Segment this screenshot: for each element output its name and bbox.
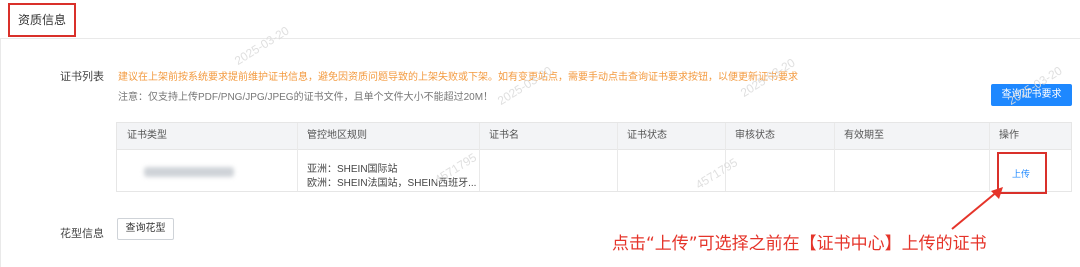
watermark: 2025-03-20 [232, 23, 292, 68]
annotation-text: 点击“上传”可选择之前在【证书中心】上传的证书 [612, 234, 987, 254]
column-divider [989, 123, 990, 191]
certificate-note: 注意：仅支持上传PDF/PNG/JPG/JPEG的证书文件，且单个文件大小不能超… [118, 92, 494, 103]
tab-bottom-border [0, 38, 1080, 39]
certificate-tip: 建议在上架前按系统要求提前维护证书信息，避免因资质问题导致的上架失败或下架。如有… [118, 72, 798, 83]
column-divider [297, 123, 298, 191]
section-title: 资质信息 [8, 3, 76, 37]
card-left-border [0, 38, 1, 267]
table-header: 证书类型 管控地区规则 证书名 证书状态 审核状态 有效期至 操作 [117, 123, 1071, 150]
pattern-info-label: 花型信息 [60, 228, 104, 240]
column-divider [834, 123, 835, 191]
column-divider [479, 123, 480, 191]
upload-link[interactable]: 上传 [1012, 167, 1030, 180]
header-review-status: 审核状态 [735, 130, 775, 141]
header-cert-status: 证书状态 [627, 130, 667, 141]
column-divider [617, 123, 618, 191]
header-region-rules: 管控地区规则 [307, 130, 367, 141]
query-pattern-button[interactable]: 查询花型 [117, 218, 174, 240]
header-valid-until: 有效期至 [844, 130, 884, 141]
header-actions: 操作 [999, 130, 1019, 141]
certificate-table: 证书类型 管控地区规则 证书名 证书状态 审核状态 有效期至 操作 亚洲：SHE… [116, 122, 1072, 192]
annotation-arrow-icon [951, 187, 1003, 230]
certificate-list-label: 证书列表 [60, 71, 104, 83]
header-cert-name: 证书名 [489, 130, 519, 141]
column-divider [725, 123, 726, 191]
blurred-cert-type [144, 167, 234, 177]
region-rule-line-1: 亚洲：SHEIN国际站 [307, 164, 398, 175]
header-cert-type: 证书类型 [127, 130, 167, 141]
